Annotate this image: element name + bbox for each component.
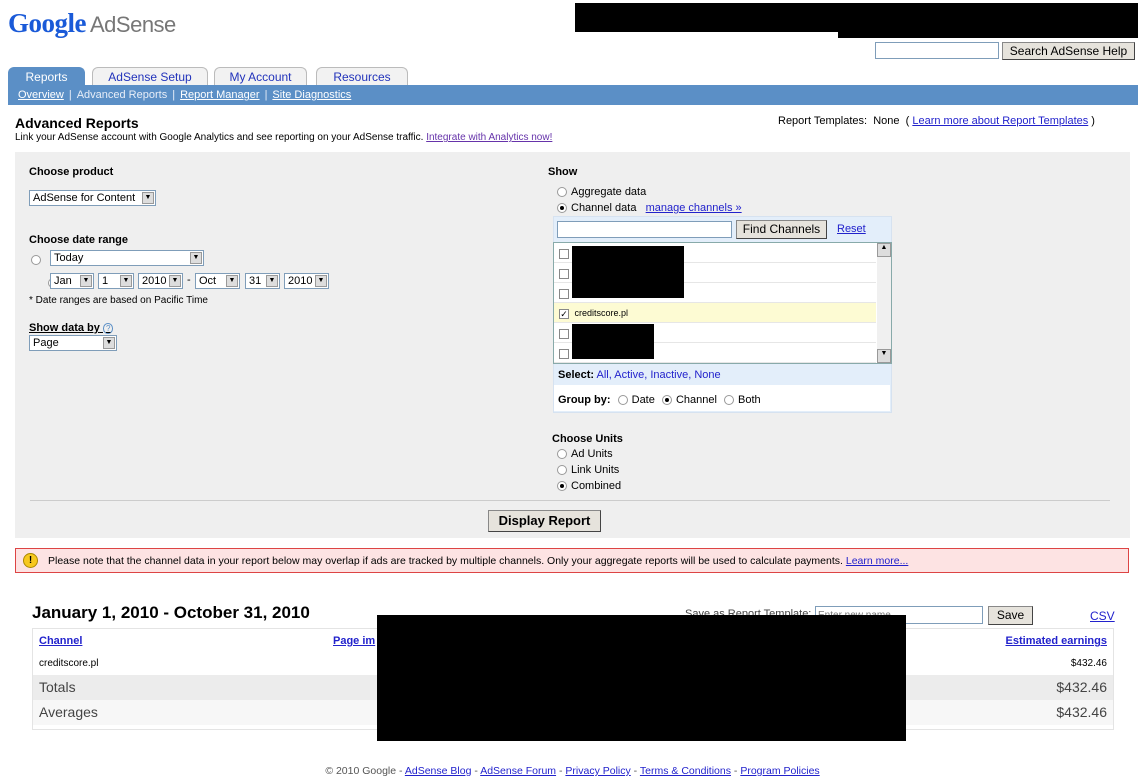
channel-checkbox[interactable] xyxy=(559,348,569,359)
combined-option[interactable]: Combined xyxy=(557,480,621,492)
report-templates: Report Templates: None ( Learn more abou… xyxy=(778,115,1095,127)
product-select[interactable]: AdSense for Content ▼ xyxy=(29,190,156,206)
group-both-radio[interactable] xyxy=(723,395,734,406)
learn-templates-link[interactable]: Learn more about Report Templates xyxy=(912,115,1088,127)
channel-checkbox[interactable] xyxy=(559,248,569,259)
select-channels: Select: All, Active, Inactive, None xyxy=(558,369,721,381)
footer-adsense-forum[interactable]: AdSense Forum xyxy=(480,765,556,777)
warning-icon: ! xyxy=(23,553,38,568)
column-page-impressions[interactable]: Page im xyxy=(333,629,375,653)
footer-adsense-blog[interactable]: AdSense Blog xyxy=(405,765,472,777)
subnav-report-manager[interactable]: Report Manager xyxy=(180,89,260,101)
overlap-warning: ! Please note that the channel data in y… xyxy=(15,548,1129,573)
channel-checkbox[interactable]: ✓ xyxy=(559,308,569,319)
channel-option[interactable]: Channel data manage channels » xyxy=(557,202,742,214)
redacted-area xyxy=(377,615,906,741)
ad-units-option[interactable]: Ad Units xyxy=(557,448,613,460)
manage-channels-link[interactable]: manage channels » xyxy=(646,202,742,214)
channel-checkbox[interactable] xyxy=(559,268,569,279)
chevron-down-icon: ▼ xyxy=(103,337,115,349)
redacted-area xyxy=(838,3,1138,38)
page-title: Advanced Reports xyxy=(15,115,139,131)
date-preset-select[interactable]: Today ▼ xyxy=(50,250,204,266)
footer-terms[interactable]: Terms & Conditions xyxy=(640,765,731,777)
redacted-area xyxy=(575,3,838,32)
learn-more-link[interactable]: Learn more... xyxy=(846,555,908,567)
sub-navigation: Overview | Advanced Reports | Report Manager… xyxy=(18,89,352,101)
subnav-advanced-reports: Advanced Reports xyxy=(76,89,168,101)
footer-privacy-policy[interactable]: Privacy Policy xyxy=(565,765,630,777)
scroll-up-icon[interactable]: ▲ xyxy=(877,243,891,257)
help-icon[interactable]: ? xyxy=(102,323,114,334)
ad-units-radio[interactable] xyxy=(557,449,567,460)
to-year-select[interactable]: 2010 ▼ xyxy=(284,273,329,289)
footer: © 2010 Google - AdSense Blog - AdSense F… xyxy=(325,765,820,777)
channel-radio[interactable] xyxy=(557,203,567,214)
show-data-by-select[interactable]: Page ▼ xyxy=(29,335,117,351)
divider xyxy=(30,500,1110,501)
show-label: Show xyxy=(548,166,578,178)
from-month-select[interactable]: Jan ▼ xyxy=(50,273,94,289)
group-by: Group by: Date Channel Both xyxy=(558,394,761,406)
redacted-area xyxy=(572,246,684,298)
reset-link[interactable]: Reset xyxy=(837,223,866,235)
footer-program-policies[interactable]: Program Policies xyxy=(740,765,819,777)
tab-adsense-setup[interactable]: AdSense Setup xyxy=(92,67,208,86)
to-day-select[interactable]: 31 ▼ xyxy=(245,273,280,289)
redacted-area xyxy=(572,324,654,359)
tab-resources[interactable]: Resources xyxy=(316,67,408,86)
subnav-site-diagnostics[interactable]: Site Diagnostics xyxy=(272,89,351,101)
channel-checkbox[interactable] xyxy=(559,328,569,339)
link-units-radio[interactable] xyxy=(557,465,567,476)
scroll-down-icon[interactable]: ▼ xyxy=(877,349,891,363)
help-search-input[interactable] xyxy=(875,42,999,59)
chevron-down-icon: ▼ xyxy=(226,275,238,287)
csv-link[interactable]: CSV xyxy=(1090,609,1115,623)
column-channel[interactable]: Channel xyxy=(39,635,82,647)
subnav-overview[interactable]: Overview xyxy=(18,89,64,101)
aggregate-option[interactable]: Aggregate data xyxy=(557,186,646,198)
integrate-analytics-link[interactable]: Integrate with Analytics now! xyxy=(426,132,552,143)
channel-row-creditscore[interactable]: ✓ creditscore.pl xyxy=(554,303,876,323)
report-title: January 1, 2010 - October 31, 2010 xyxy=(32,603,310,622)
date-note: * Date ranges are based on Pacific Time xyxy=(29,295,208,306)
display-report-button[interactable]: Display Report xyxy=(488,510,601,532)
choose-units-label: Choose Units xyxy=(552,433,623,445)
chevron-down-icon: ▼ xyxy=(80,275,92,287)
chevron-down-icon: ▼ xyxy=(266,275,278,287)
chevron-down-icon: ▼ xyxy=(315,275,327,287)
channel-scrollbar[interactable]: ▲ ▼ xyxy=(877,243,891,363)
chevron-down-icon: ▼ xyxy=(169,275,181,287)
choose-date-label: Choose date range xyxy=(29,234,129,246)
from-year-select[interactable]: 2010 ▼ xyxy=(138,273,183,289)
column-estimated-earnings[interactable]: Estimated earnings xyxy=(1006,629,1107,653)
group-channel-radio[interactable] xyxy=(661,395,672,406)
tab-my-account[interactable]: My Account xyxy=(214,67,307,86)
from-day-select[interactable]: 1 ▼ xyxy=(98,273,134,289)
to-month-select[interactable]: Oct ▼ xyxy=(195,273,240,289)
group-date-radio[interactable] xyxy=(617,395,628,406)
combined-radio[interactable] xyxy=(557,481,567,492)
chevron-down-icon: ▼ xyxy=(120,275,132,287)
link-units-option[interactable]: Link Units xyxy=(557,464,619,476)
tab-reports[interactable]: Reports xyxy=(8,67,85,86)
channel-checkbox[interactable] xyxy=(559,288,569,299)
chevron-down-icon: ▼ xyxy=(142,192,154,204)
choose-product-label: Choose product xyxy=(29,166,114,178)
search-help-button[interactable]: Search AdSense Help xyxy=(1002,42,1135,60)
select-options[interactable]: All, Active, Inactive, None xyxy=(597,369,721,381)
chevron-down-icon: ▼ xyxy=(190,252,202,264)
channel-search-input[interactable] xyxy=(557,221,732,238)
show-data-by-label: Show data by ? xyxy=(29,322,114,334)
find-channels-button[interactable]: Find Channels xyxy=(736,220,827,239)
save-template-button[interactable]: Save xyxy=(988,606,1033,625)
aggregate-radio[interactable] xyxy=(557,187,567,198)
page-description: Link your AdSense account with Google An… xyxy=(15,132,553,143)
adsense-logo[interactable]: Google AdSense xyxy=(8,8,176,39)
